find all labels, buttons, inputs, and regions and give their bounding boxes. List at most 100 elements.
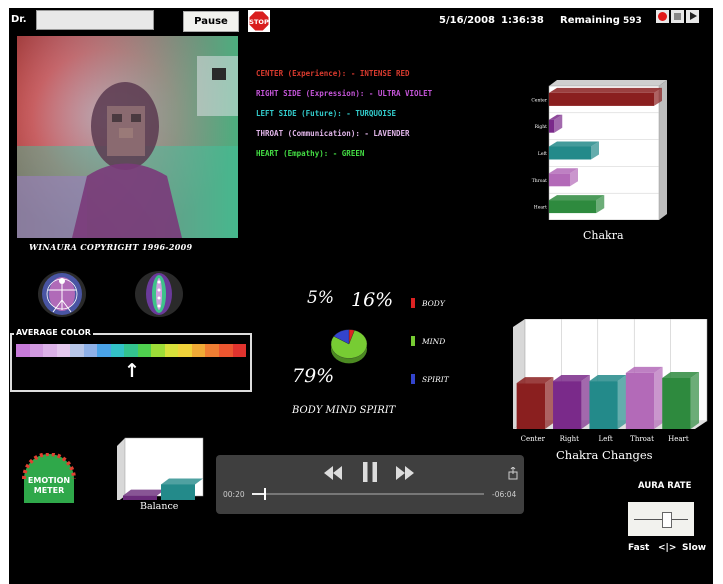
color-swatch <box>56 344 71 357</box>
chakra-description-item: RIGHT SIDE (Expression): - ULTRA VIOLET <box>256 89 433 98</box>
chakra-category-label: Throat <box>532 178 547 184</box>
pause-icon <box>363 462 377 482</box>
pie-legend-label: BODY <box>422 298 445 308</box>
fast-forward-button[interactable] <box>396 465 414 484</box>
copyright-text: WINAURA COPYRIGHT 1996-2009 <box>29 242 193 252</box>
doctor-name-field[interactable] <box>36 10 154 30</box>
balance-bar <box>123 495 157 502</box>
balance-bar <box>161 484 195 502</box>
change-bar <box>625 372 655 429</box>
chakra-bar <box>549 173 570 187</box>
pie-legend-item: BODY <box>411 298 449 308</box>
pause-button[interactable]: Pause <box>183 11 239 32</box>
pie-label-mind: 79% <box>292 365 335 387</box>
stop-button[interactable]: STOP <box>248 10 270 32</box>
change-category-label: Left <box>599 435 613 443</box>
chakra-chart: Center Right Left Throat Heart <box>521 78 669 221</box>
chakra-bar-top <box>549 195 605 201</box>
emotion-meter[interactable]: EMOTION METER <box>21 452 77 503</box>
balance-chart <box>113 430 205 502</box>
chakra-bar <box>549 146 591 160</box>
record-icon <box>658 12 667 21</box>
color-swatch <box>178 344 192 357</box>
change-bar-side <box>545 377 554 429</box>
average-color-label: AVERAGE COLOR <box>14 328 93 337</box>
chakra-body-thumbnail[interactable] <box>134 270 184 318</box>
chakra-category-label: Left <box>538 151 547 157</box>
change-bar-side <box>690 372 700 429</box>
change-bar-side <box>654 366 663 429</box>
pause-playback-button[interactable] <box>363 462 377 486</box>
average-color-spectrum <box>16 344 247 357</box>
chakra-bar-top <box>549 141 599 147</box>
color-swatch <box>151 344 165 357</box>
change-category-label: Right <box>560 435 579 443</box>
chakra-description-item: LEFT SIDE (Future): - TURQUOISE <box>256 109 396 118</box>
play-icon <box>690 12 697 20</box>
chakra-bar <box>549 92 654 106</box>
chakra-changes-chart: Center Right Left Throat Heart <box>501 318 711 444</box>
doctor-label: Dr. <box>11 14 27 25</box>
chakra-category-label: Center <box>531 97 547 103</box>
camera-video-feed <box>17 36 238 238</box>
chakra-description-item: HEART (Empathy): - GREEN <box>256 149 365 158</box>
chakra-changes-title: Chakra Changes <box>556 448 653 462</box>
change-bar <box>553 381 582 429</box>
change-category-label: Center <box>521 435 546 443</box>
stop-recording-button[interactable] <box>671 10 684 23</box>
chakra-description-item: THROAT (Communication): - LAVENDER <box>256 129 410 138</box>
record-button[interactable] <box>656 10 669 23</box>
elapsed-time: 00:20 <box>223 490 245 499</box>
balance-left-wall <box>117 438 125 502</box>
media-player: 00:20 -06:04 <box>216 455 524 514</box>
aura-rate-title: AURA RATE <box>638 481 692 491</box>
color-swatch <box>124 344 138 357</box>
balance-label: Balance <box>140 501 179 512</box>
pie-legend-swatch <box>411 298 415 308</box>
change-bar <box>516 383 546 429</box>
aura-rate-track <box>634 519 688 520</box>
pie-legend: BODY MIND SPIRIT <box>411 298 449 412</box>
chakra-bar <box>549 119 555 133</box>
chakra-description-list: CENTER (Experience): - INTENSE RED RIGHT … <box>256 64 432 164</box>
vitruvian-aura-thumbnail[interactable] <box>37 270 87 318</box>
color-swatch <box>191 344 206 357</box>
seek-bar[interactable] <box>252 488 484 500</box>
pie-legend-label: MIND <box>422 336 446 346</box>
change-bar <box>589 381 618 429</box>
average-color-panel: AVERAGE COLOR ↑ <box>10 328 252 392</box>
color-swatch <box>232 344 247 357</box>
chakra-bar-top <box>549 87 662 93</box>
date-display: 5/16/2008 <box>439 15 496 26</box>
chakra-category-label: Right <box>535 124 548 130</box>
pie-legend-item: MIND <box>411 336 449 346</box>
aura-rate-slider[interactable] <box>628 502 694 536</box>
chakra-bar <box>549 200 597 214</box>
aura-rate-arrows: <|> <box>658 543 677 553</box>
emotion-meter-line1: EMOTION <box>28 476 70 485</box>
pie-label-body: 5% <box>307 288 334 308</box>
pie-label-spirit: 16% <box>351 289 394 311</box>
change-category-label: Throat <box>630 435 654 443</box>
aura-rate-fast-label: Fast <box>628 543 650 553</box>
rewind-button[interactable] <box>324 465 342 484</box>
stop-label: STOP <box>249 18 269 26</box>
chakra-chart-title: Chakra <box>583 229 624 242</box>
aura-rate-thumb[interactable] <box>662 512 672 528</box>
aura-rate-slow-label: Slow <box>682 543 707 553</box>
play-button[interactable] <box>686 10 699 23</box>
color-swatch <box>70 344 84 357</box>
change-bar-side <box>617 375 627 429</box>
color-swatch <box>16 344 30 357</box>
pie-legend-label: SPIRIT <box>422 374 449 384</box>
chakra-description-item: CENTER (Experience): - INTENSE RED <box>256 69 410 78</box>
remaining-value: 593 <box>623 16 642 26</box>
winaura-window: Dr. Pause STOP 5/16/2008 1:36:38 Remaini… <box>9 8 713 584</box>
share-button[interactable] <box>508 465 518 484</box>
fast-forward-icon <box>396 466 414 480</box>
color-swatch <box>205 344 219 357</box>
pie-legend-item: SPIRIT <box>411 374 449 384</box>
seek-thumb[interactable] <box>263 488 266 500</box>
pie-legend-swatch <box>411 336 415 346</box>
change-bar <box>662 378 691 429</box>
